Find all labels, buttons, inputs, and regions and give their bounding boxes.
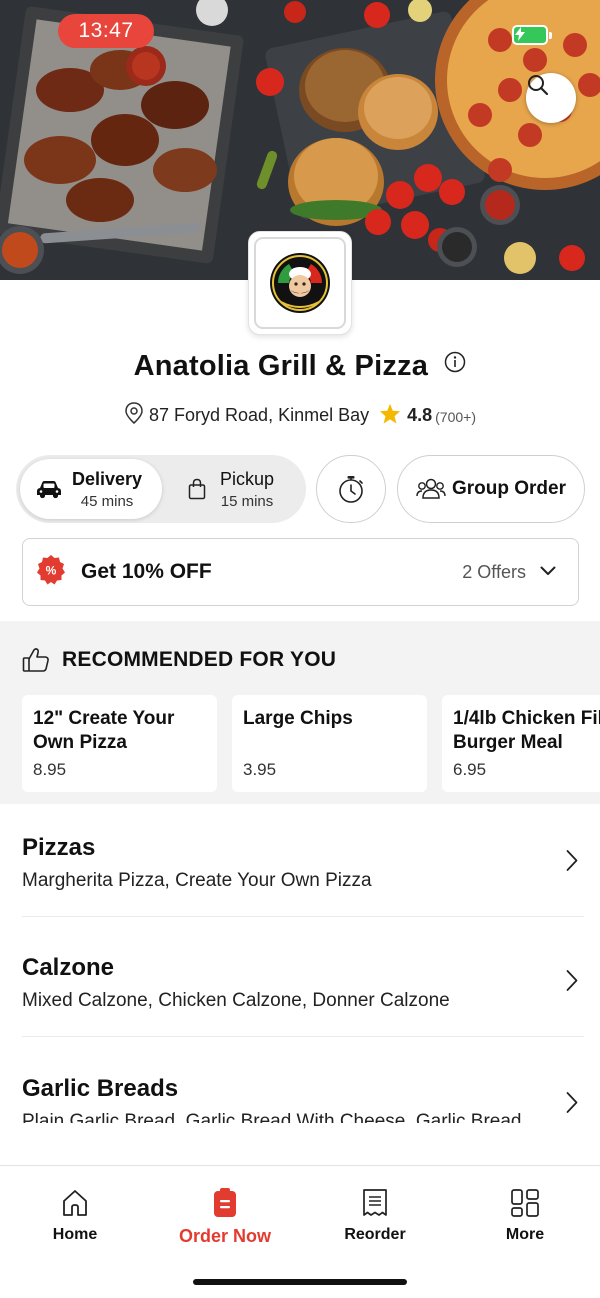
category-items: Margherita Pizza, Create Your Own Pizza: [22, 870, 372, 891]
rating-value: 4.8: [407, 405, 433, 425]
recommended-title: RECOMMENDED FOR YOU: [62, 648, 337, 671]
star-icon: [379, 403, 401, 429]
recommended-item-name: Large Chips: [243, 708, 353, 729]
home-indicator: [193, 1279, 407, 1285]
order-mode-toggle: Delivery 45 mins Pickup 15 mins: [16, 455, 306, 523]
group-icon: [416, 478, 446, 499]
recommended-section: RECOMMENDED FOR YOU 12" Create Your Own …: [0, 621, 600, 804]
info-icon[interactable]: [444, 348, 466, 381]
bag-icon: [188, 478, 206, 500]
nav-reorder-label: Reorder: [344, 1226, 406, 1243]
address-row: 87 Foryd Road, Kinmel Bay 4.8 (700+): [0, 402, 600, 429]
category-row[interactable]: Calzone Mixed Calzone, Chicken Calzone, …: [22, 954, 584, 1037]
svg-text:%: %: [46, 563, 57, 577]
grid-icon: [511, 1189, 539, 1217]
chevron-right-icon: [566, 970, 578, 997]
group-order-button[interactable]: Group Order: [397, 455, 585, 523]
delivery-option[interactable]: Delivery 45 mins: [20, 459, 162, 519]
stopwatch-icon: [339, 476, 363, 503]
car-icon: [36, 479, 62, 499]
category-row[interactable]: Pizzas Margherita Pizza, Create Your Own…: [22, 834, 584, 917]
search-icon: [528, 75, 549, 96]
restaurant-name: Anatolia Grill & Pizza: [133, 350, 429, 382]
discount-badge-icon: %: [35, 554, 67, 591]
pickup-time: 15 mins: [220, 492, 274, 510]
status-time: 13:47: [58, 14, 154, 48]
category-title: Pizzas: [22, 834, 96, 861]
category-items: Mixed Calzone, Chicken Calzone, Donner C…: [22, 990, 450, 1011]
delivery-label: Delivery: [72, 468, 143, 489]
logo-emblem: [270, 253, 330, 313]
restaurant-name-row: Anatolia Grill & Pizza: [0, 350, 600, 383]
chevron-right-icon: [566, 850, 578, 877]
chevron-right-icon: [566, 1092, 578, 1119]
thumbs-up-icon: [22, 648, 49, 672]
delivery-time: 45 mins: [80, 492, 134, 510]
category-title: Garlic Breads: [22, 1075, 179, 1102]
pickup-option[interactable]: Pickup 15 mins: [184, 459, 304, 519]
category-title: Calzone: [22, 954, 115, 981]
offer-count: 2 Offers: [462, 561, 526, 582]
nav-more[interactable]: More: [450, 1188, 600, 1244]
recommended-item-price: 6.95: [453, 760, 487, 779]
schedule-button[interactable]: [316, 455, 386, 523]
recommended-item-price: 8.95: [33, 760, 67, 779]
category-row[interactable]: Garlic Breads Plain Garlic Bread, Garlic…: [22, 1075, 584, 1123]
home-icon: [63, 1190, 87, 1216]
location-pin-icon: [124, 402, 144, 429]
group-order-label: Group Order: [451, 478, 566, 499]
rating-count: (700+): [435, 409, 476, 425]
recommended-item-price: 3.95: [243, 760, 277, 779]
recommended-item[interactable]: 1/4lb Chicken Fillet Burger Meal 6.95: [442, 695, 600, 792]
search-button[interactable]: [526, 73, 576, 123]
recommended-item-name: 12" Create Your Own Pizza: [33, 708, 175, 753]
recommended-item-name: 1/4lb Chicken Fillet Burger Meal: [453, 708, 600, 753]
nav-reorder[interactable]: Reorder: [300, 1188, 450, 1244]
nav-more-label: More: [505, 1226, 545, 1243]
receipt-icon: [363, 1189, 387, 1216]
nav-home[interactable]: Home: [0, 1188, 150, 1244]
offer-title: Get 10% OFF: [81, 560, 212, 583]
restaurant-logo: [248, 231, 352, 335]
battery-icon: [512, 25, 552, 45]
offers-bar[interactable]: % Get 10% OFF 2 Offers: [22, 538, 579, 606]
restaurant-address: 87 Foryd Road, Kinmel Bay: [149, 405, 370, 425]
order-icon: [214, 1188, 236, 1217]
chevron-down-icon: [540, 563, 556, 581]
recommended-item[interactable]: 12" Create Your Own Pizza 8.95: [22, 695, 217, 792]
nav-home-label: Home: [52, 1226, 98, 1243]
category-items: Plain Garlic Bread, Garlic Bread With Ch…: [22, 1111, 522, 1123]
recommended-item[interactable]: Large Chips 3.95: [232, 695, 427, 792]
nav-order-now[interactable]: Order Now: [150, 1188, 300, 1247]
nav-order-now-label: Order Now: [178, 1226, 271, 1246]
recommended-header: RECOMMENDED FOR YOU: [22, 647, 336, 673]
pickup-label: Pickup: [220, 468, 275, 489]
